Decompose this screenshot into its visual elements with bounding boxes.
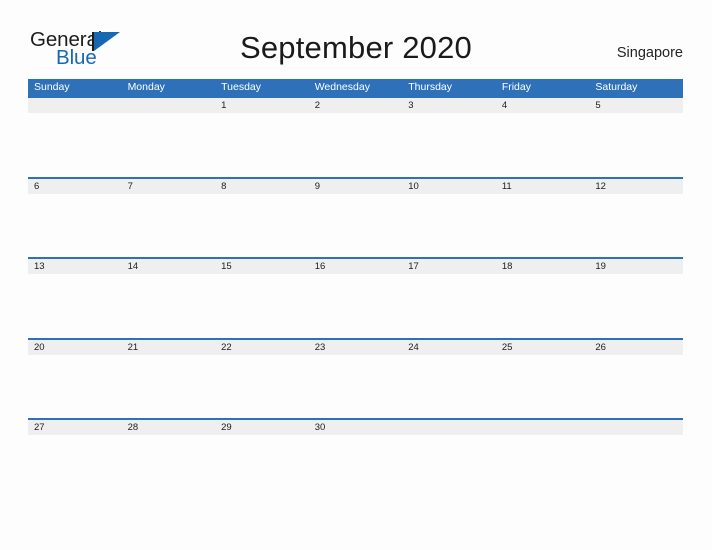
day-note-cell[interactable] xyxy=(28,113,122,177)
day-header-tuesday: Tuesday xyxy=(221,81,262,93)
day-note-cell[interactable] xyxy=(309,435,403,499)
day-note-cell[interactable] xyxy=(215,113,309,177)
day-note-cell[interactable] xyxy=(402,435,496,499)
date-number[interactable]: 1 xyxy=(215,98,309,113)
calendar-week-row: 1 2 3 4 5 xyxy=(28,96,683,177)
day-header-wednesday: Wednesday xyxy=(314,81,370,93)
page-header: General Blue September 2020 Singapore xyxy=(0,0,712,78)
date-number[interactable]: 17 xyxy=(402,259,496,274)
date-number[interactable]: 30 xyxy=(309,420,403,435)
day-note-cell[interactable] xyxy=(589,274,683,338)
day-note-cell[interactable] xyxy=(402,113,496,177)
date-number[interactable] xyxy=(496,420,590,435)
date-number[interactable]: 19 xyxy=(589,259,683,274)
date-number[interactable]: 29 xyxy=(215,420,309,435)
date-number[interactable]: 24 xyxy=(402,340,496,355)
day-note-cell[interactable] xyxy=(589,113,683,177)
date-number[interactable]: 3 xyxy=(402,98,496,113)
day-note-cell[interactable] xyxy=(28,355,122,419)
calendar-week-row: 20 21 22 23 24 25 26 xyxy=(28,337,683,419)
day-note-cell[interactable] xyxy=(215,194,309,258)
date-number[interactable]: 25 xyxy=(496,340,590,355)
day-note-cell[interactable] xyxy=(402,355,496,419)
day-note-cell[interactable] xyxy=(122,113,216,177)
week-note-area xyxy=(28,274,683,338)
date-number[interactable]: 26 xyxy=(589,340,683,355)
page-title: September 2020 xyxy=(239,30,472,65)
day-note-cell[interactable] xyxy=(309,113,403,177)
date-number[interactable] xyxy=(402,420,496,435)
day-header-friday: Friday xyxy=(501,81,531,93)
date-number[interactable]: 13 xyxy=(28,259,122,274)
date-number[interactable]: 20 xyxy=(28,340,122,355)
calendar-week-row: 27 28 29 30 xyxy=(28,418,683,499)
date-number[interactable]: 27 xyxy=(28,420,122,435)
date-number[interactable]: 6 xyxy=(28,179,122,194)
date-number[interactable]: 10 xyxy=(402,179,496,194)
day-note-cell[interactable] xyxy=(122,435,216,499)
date-number[interactable]: 2 xyxy=(309,98,403,113)
date-number[interactable]: 12 xyxy=(589,179,683,194)
calendar-grid: Sunday Monday Tuesday Wednesday Thursday… xyxy=(28,79,683,499)
day-note-cell[interactable] xyxy=(402,194,496,258)
day-note-cell[interactable] xyxy=(215,435,309,499)
week-date-band: 13 14 15 16 17 18 19 xyxy=(28,259,683,274)
week-note-area xyxy=(28,354,683,419)
day-note-cell[interactable] xyxy=(496,194,590,258)
day-header-monday: Monday xyxy=(127,81,165,93)
day-note-cell[interactable] xyxy=(122,355,216,419)
date-number[interactable]: 9 xyxy=(309,179,403,194)
week-date-band: 1 2 3 4 5 xyxy=(28,98,683,113)
date-number[interactable]: 8 xyxy=(215,179,309,194)
day-note-cell[interactable] xyxy=(309,355,403,419)
day-note-cell[interactable] xyxy=(309,194,403,258)
date-number[interactable]: 21 xyxy=(122,340,216,355)
date-number[interactable]: 28 xyxy=(122,420,216,435)
day-note-cell[interactable] xyxy=(28,194,122,258)
date-number[interactable]: 15 xyxy=(215,259,309,274)
date-number[interactable] xyxy=(28,98,122,113)
date-number[interactable]: 11 xyxy=(496,179,590,194)
week-date-band: 20 21 22 23 24 25 26 xyxy=(28,339,683,355)
calendar-week-row: 13 14 15 16 17 18 19 xyxy=(28,257,683,338)
date-number[interactable]: 4 xyxy=(496,98,590,113)
day-note-cell[interactable] xyxy=(496,355,590,419)
day-header-sunday: Sunday xyxy=(34,81,70,93)
day-note-cell[interactable] xyxy=(496,274,590,338)
day-note-cell[interactable] xyxy=(589,355,683,419)
day-of-week-header-row: Sunday Monday Tuesday Wednesday Thursday… xyxy=(28,79,683,96)
day-note-cell[interactable] xyxy=(122,194,216,258)
calendar-week-row: 6 7 8 9 10 11 12 xyxy=(28,176,683,258)
date-number[interactable]: 23 xyxy=(309,340,403,355)
day-note-cell[interactable] xyxy=(215,274,309,338)
week-note-area xyxy=(28,193,683,258)
day-note-cell[interactable] xyxy=(215,355,309,419)
day-note-cell[interactable] xyxy=(496,113,590,177)
week-note-area xyxy=(28,113,683,177)
date-number[interactable]: 18 xyxy=(496,259,590,274)
date-number[interactable] xyxy=(589,420,683,435)
week-note-area xyxy=(28,435,683,499)
date-number[interactable]: 7 xyxy=(122,179,216,194)
day-note-cell[interactable] xyxy=(122,274,216,338)
day-note-cell[interactable] xyxy=(589,194,683,258)
day-header-thursday: Thursday xyxy=(408,81,453,93)
date-number[interactable]: 5 xyxy=(589,98,683,113)
locale-label: Singapore xyxy=(616,45,683,61)
week-date-band: 27 28 29 30 xyxy=(28,420,683,435)
date-number[interactable]: 14 xyxy=(122,259,216,274)
week-date-band: 6 7 8 9 10 11 12 xyxy=(28,178,683,194)
date-number[interactable] xyxy=(122,98,216,113)
calendar-page: General Blue September 2020 Singapore Su… xyxy=(0,0,712,550)
day-header-saturday: Saturday xyxy=(595,81,638,93)
date-number[interactable]: 16 xyxy=(309,259,403,274)
day-note-cell[interactable] xyxy=(402,274,496,338)
date-number[interactable]: 22 xyxy=(215,340,309,355)
day-note-cell[interactable] xyxy=(496,435,590,499)
day-note-cell[interactable] xyxy=(309,274,403,338)
day-note-cell[interactable] xyxy=(28,274,122,338)
day-note-cell[interactable] xyxy=(589,435,683,499)
day-note-cell[interactable] xyxy=(28,435,122,499)
